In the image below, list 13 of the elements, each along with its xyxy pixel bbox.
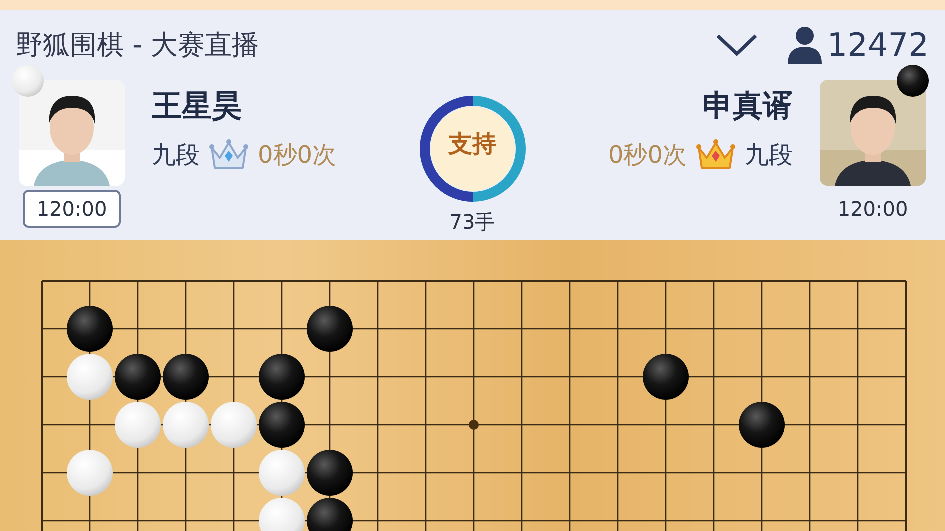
window-title: 野狐围棋 - 大赛直播 [16,32,259,58]
viewer-count: 12472 [827,29,929,61]
byoyomi: 0秒0次 [258,143,337,167]
byoyomi: 0秒0次 [608,143,687,167]
chevron-down-icon[interactable] [715,33,760,57]
player-name: 申真谞 [703,92,793,122]
move-count: 73手 [450,212,496,232]
player-rank: 九段 [745,143,793,167]
player-name: 王星昊 [152,92,242,122]
clock: 120:00 [836,196,910,223]
clock: 120:00 [22,190,122,228]
person-icon [787,26,824,64]
player-rank: 九段 [152,143,200,167]
